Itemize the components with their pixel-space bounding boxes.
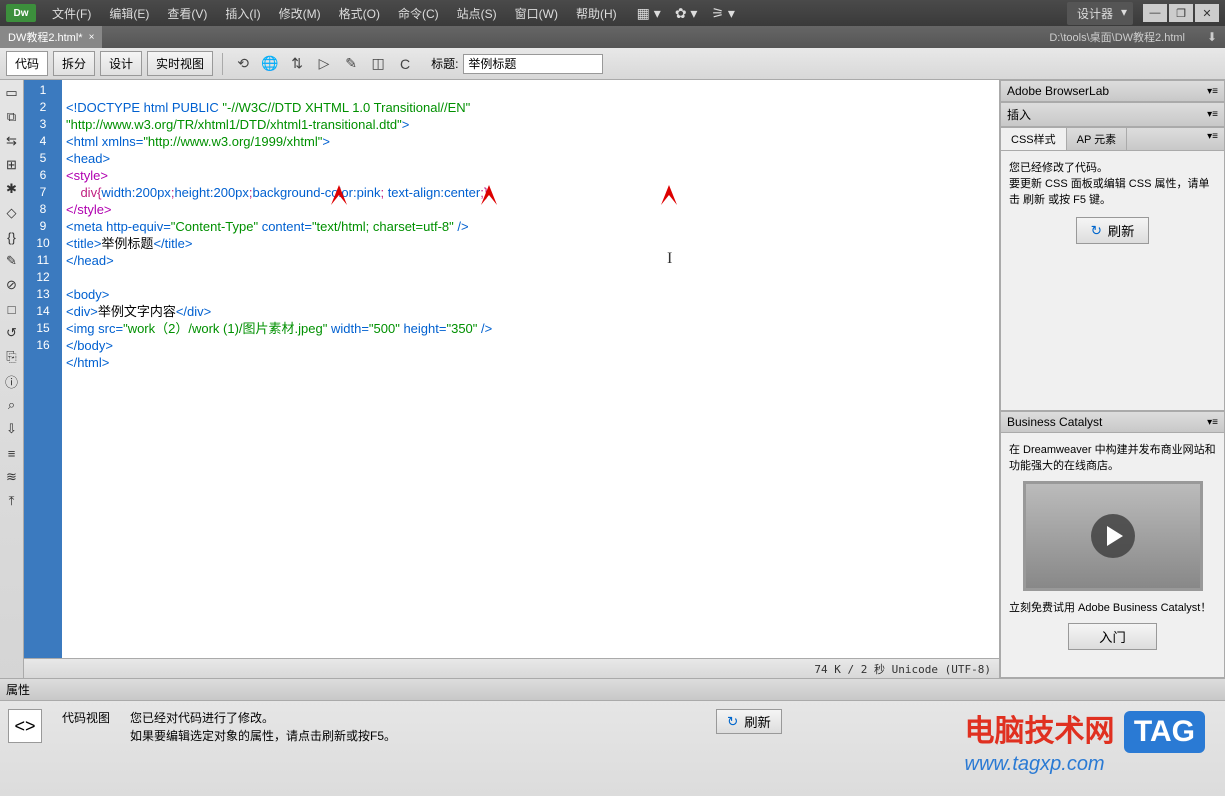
toolbar-icon-5[interactable]: ✎ [340,53,362,75]
refresh-icon: ↻ [727,714,738,730]
props-refresh-button[interactable]: ↻ 刷新 [716,709,782,734]
document-tabbar: DW教程2.html* × D:\tools\桌面\DW教程2.html ⬇ [0,26,1225,48]
line-gutter: 1234 5678 9101112 13141516 [24,80,62,658]
title-toolbar-icons: ▦ ▾ ✿ ▾ ⚞ ▾ [637,5,735,22]
text-cursor: I [667,250,672,267]
bc-cta-text: 立刻免费试用 Adobe Business Catalyst！ [1009,599,1216,615]
menu-view[interactable]: 查看(V) [167,5,207,22]
refresh-icon: ↻ [1091,223,1102,239]
lt-icon-11[interactable]: ↺ [3,324,21,342]
toolbar-icon-3[interactable]: ⇅ [286,53,308,75]
props-msg-1: 您已经对代码进行了修改。 [130,709,396,727]
lt-icon-7[interactable]: {} [3,228,21,246]
properties-title[interactable]: 属性 [0,679,1225,701]
extension-icon[interactable]: ⚞ ▾ [711,5,734,22]
document-toolbar: 代码 拆分 设计 实时视图 ⟲ 🌐 ⇅ ▷ ✎ ◫ C 标题: [0,48,1225,80]
title-label: 标题: [431,55,458,72]
css-msg-1: 您已经修改了代码。 [1009,159,1216,175]
toolbar-icon-6[interactable]: ◫ [367,53,389,75]
status-bar: 74 K / 2 秒 Unicode (UTF-8) [24,658,999,678]
lt-icon-1[interactable]: ▭ [3,84,21,102]
title-input[interactable] [463,54,603,74]
view-split-button[interactable]: 拆分 [53,51,95,76]
bc-message: 在 Dreamweaver 中构建并发布商业网站和功能强大的在线商店。 [1009,441,1216,473]
right-panel-group: Adobe BrowserLab▾≡ 插入▾≡ CSS样式 AP 元素 ▾≡ 您… [999,80,1225,678]
file-path: D:\tools\桌面\DW教程2.html [1049,29,1205,45]
lt-icon-12[interactable]: ⎘ [3,348,21,366]
menu-site[interactable]: 站点(S) [457,5,497,22]
lt-icon-6[interactable]: ◇ [3,204,21,222]
annotation-arrow-2 [477,180,507,250]
separator [222,53,223,75]
document-tab-name: DW教程2.html* [8,29,83,45]
window-close[interactable]: ✕ [1195,4,1219,22]
watermark-text: 电脑技术网 [965,715,1115,748]
menu-command[interactable]: 命令(C) [398,5,439,22]
workspace-dropdown[interactable]: 设计器 [1067,2,1133,25]
view-live-button[interactable]: 实时视图 [147,51,213,76]
insert-panel-header[interactable]: 插入▾≡ [1000,102,1225,127]
doc-dropdown-icon[interactable]: ⬇ [1205,30,1219,44]
code-editor[interactable]: 1234 5678 9101112 13141516 <!DOCTYPE htm… [24,80,999,658]
business-catalyst-header[interactable]: Business Catalyst▾≡ [1000,411,1225,433]
menu-edit[interactable]: 编辑(E) [109,5,149,22]
lt-icon-15[interactable]: ⇩ [3,420,21,438]
css-styles-tab[interactable]: CSS样式 [1001,128,1067,150]
play-icon [1091,514,1135,558]
menu-window[interactable]: 窗口(W) [515,5,558,22]
layout-icon[interactable]: ▦ ▾ [637,5,661,22]
lt-icon-17[interactable]: ≋ [3,468,21,486]
lt-icon-13[interactable]: ⓘ [3,372,21,390]
menu-help[interactable]: 帮助(H) [576,5,617,22]
annotation-arrow-1 [327,180,357,250]
toolbar-icon-4[interactable]: ▷ [313,53,335,75]
props-msg-2: 如果要编辑选定对象的属性，请点击刷新或按F5。 [130,727,396,745]
code-content[interactable]: <!DOCTYPE html PUBLIC "-//W3C//DTD XHTML… [62,80,496,658]
menu-modify[interactable]: 修改(M) [279,5,321,22]
refresh-icon[interactable]: C [394,53,416,75]
menu-format[interactable]: 格式(O) [339,5,380,22]
lt-icon-14[interactable]: ⌕ [3,396,21,414]
app-logo: Dw [6,4,36,22]
props-label: 代码视图 [62,709,110,726]
main-menu: 文件(F) 编辑(E) 查看(V) 插入(I) 修改(M) 格式(O) 命令(C… [52,5,617,22]
window-maximize[interactable]: ❐ [1169,4,1193,22]
code-toolbar: ▭ ⧉ ⇆ ⊞ ✱ ◇ {} ✎ ⊘ □ ↺ ⎘ ⓘ ⌕ ⇩ ≡ ≋ ⤒ [0,80,24,678]
lt-icon-8[interactable]: ✎ [3,252,21,270]
annotation-arrow-3 [657,180,687,250]
globe-icon[interactable]: 🌐 [259,53,281,75]
watermark-url: www.tagxp.com [965,753,1205,776]
toolbar-icon-1[interactable]: ⟲ [232,53,254,75]
css-panel-body: 您已经修改了代码。 要更新 CSS 面板或编辑 CSS 属性，请单击 刷新 或按… [1000,151,1225,411]
browserlab-panel-header[interactable]: Adobe BrowserLab▾≡ [1000,80,1225,102]
lt-icon-9[interactable]: ⊘ [3,276,21,294]
bc-video-thumbnail[interactable] [1023,481,1203,591]
lt-icon-4[interactable]: ⊞ [3,156,21,174]
bc-enter-button[interactable]: 入门 [1068,623,1157,650]
window-minimize[interactable]: — [1143,4,1167,22]
view-code-button[interactable]: 代码 [6,51,48,76]
document-tab[interactable]: DW教程2.html* × [0,26,102,48]
watermark-tag: TAG [1124,711,1205,753]
titlebar: Dw 文件(F) 编辑(E) 查看(V) 插入(I) 修改(M) 格式(O) 命… [0,0,1225,26]
menu-insert[interactable]: 插入(I) [225,5,260,22]
css-refresh-button[interactable]: ↻ 刷新 [1076,217,1150,244]
view-design-button[interactable]: 设计 [100,51,142,76]
lt-icon-16[interactable]: ≡ [3,444,21,462]
lt-icon-5[interactable]: ✱ [3,180,21,198]
lt-icon-18[interactable]: ⤒ [3,492,21,510]
css-panel-tabs: CSS样式 AP 元素 ▾≡ [1000,127,1225,151]
business-catalyst-body: 在 Dreamweaver 中构建并发布商业网站和功能强大的在线商店。 立刻免费… [1000,433,1225,678]
ap-elements-tab[interactable]: AP 元素 [1067,128,1128,150]
css-msg-2: 要更新 CSS 面板或编辑 CSS 属性，请单击 刷新 或按 F5 键。 [1009,175,1216,207]
tab-close-icon[interactable]: × [89,32,95,43]
menu-file[interactable]: 文件(F) [52,5,91,22]
code-view-icon: <> [8,709,42,743]
settings-icon[interactable]: ✿ ▾ [675,5,698,22]
lt-icon-3[interactable]: ⇆ [3,132,21,150]
lt-icon-10[interactable]: □ [3,300,21,318]
lt-icon-2[interactable]: ⧉ [3,108,21,126]
status-info: 74 K / 2 秒 Unicode (UTF-8) [814,661,991,677]
watermark: 电脑技术网 TAG www.tagxp.com [965,706,1205,776]
